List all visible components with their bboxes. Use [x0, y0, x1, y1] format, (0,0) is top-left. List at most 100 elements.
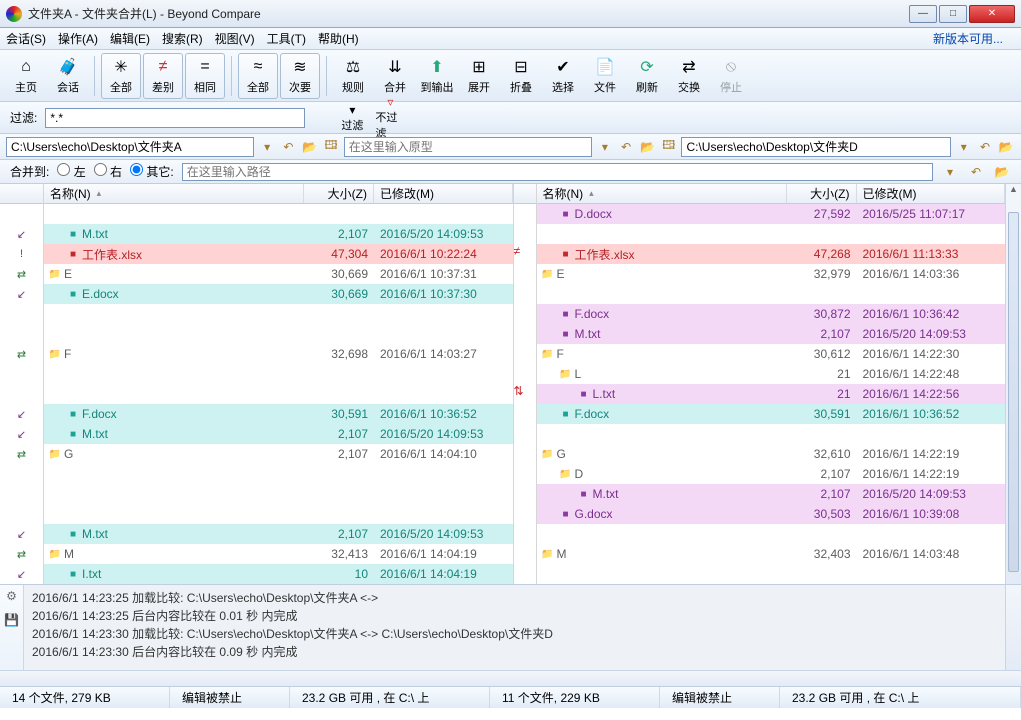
table-row[interactable] [44, 464, 513, 484]
log-scrollbar[interactable] [1005, 585, 1021, 670]
maximize-button[interactable]: □ [939, 5, 967, 23]
save-icon[interactable]: 💾 [4, 613, 19, 627]
col-name[interactable]: 名称(N) [537, 184, 787, 203]
tb-same[interactable]: =相同 [185, 53, 225, 99]
left-path-input[interactable] [6, 137, 254, 157]
folder-open-icon[interactable]: 📂 [639, 138, 656, 156]
folder-open-icon[interactable]: 📂 [998, 138, 1015, 156]
filter-input[interactable] [45, 108, 305, 128]
table-row[interactable] [44, 504, 513, 524]
table-row[interactable] [537, 284, 1006, 304]
menu-tools[interactable]: 工具(T) [267, 30, 306, 47]
dropdown-icon[interactable]: ▾ [258, 138, 275, 156]
gear-icon[interactable]: ⚙ [6, 589, 17, 603]
table-row[interactable]: ■G.docx 30,503 2016/6/1 10:39:08 [537, 504, 1006, 524]
tb-files[interactable]: 📄文件 [585, 53, 625, 99]
table-row[interactable]: ■M.txt 2,107 2016/5/20 14:09:53 [537, 484, 1006, 504]
menu-session[interactable]: 会话(S) [6, 30, 46, 47]
browse-icon[interactable]: 🖽 [660, 138, 677, 156]
scrollbar-thumb[interactable] [1008, 212, 1019, 572]
tb-collapse[interactable]: ⊟折叠 [501, 53, 541, 99]
merge-left-radio[interactable]: 左 [57, 163, 85, 180]
table-row[interactable] [537, 524, 1006, 544]
col-size[interactable]: 大小(Z) [787, 184, 857, 203]
undo-icon[interactable]: ↶ [618, 138, 635, 156]
menu-edit[interactable]: 编辑(E) [110, 30, 150, 47]
table-row[interactable]: 📁M 32,413 2016/6/1 14:04:19 [44, 544, 513, 564]
col-modified[interactable]: 已修改(M) [857, 184, 1006, 203]
tb-all[interactable]: ✳全部 [101, 53, 141, 99]
table-row[interactable]: 📁E 30,669 2016/6/1 10:37:31 [44, 264, 513, 284]
table-row[interactable]: 📁E 32,979 2016/6/1 14:03:36 [537, 264, 1006, 284]
tb-refresh[interactable]: ⟳刷新 [627, 53, 667, 99]
merge-other-radio[interactable]: 其它: [130, 163, 174, 180]
table-row[interactable]: ■I.txt 10 2016/6/1 14:04:19 [44, 564, 513, 584]
table-row[interactable]: 📁D 2,107 2016/6/1 14:22:19 [537, 464, 1006, 484]
table-row[interactable] [44, 384, 513, 404]
col-size[interactable]: 大小(Z) [304, 184, 374, 203]
table-row[interactable] [537, 424, 1006, 444]
table-row[interactable]: 📁G 2,107 2016/6/1 14:04:10 [44, 444, 513, 464]
browse-icon[interactable]: 🖽 [322, 138, 339, 156]
filter-apply-button[interactable]: ▾过滤 [337, 104, 367, 132]
table-row[interactable]: 📁F 32,698 2016/6/1 14:03:27 [44, 344, 513, 364]
menu-action[interactable]: 操作(A) [58, 30, 98, 47]
tb-swap[interactable]: ⇄交换 [669, 53, 709, 99]
tb-select[interactable]: ✔选择 [543, 53, 583, 99]
tb-rules[interactable]: ⚖规则 [333, 53, 373, 99]
tb-minor[interactable]: ≋次要 [280, 53, 320, 99]
folder-open-icon[interactable]: 📂 [993, 163, 1011, 181]
tb-merge[interactable]: ⇊合并 [375, 53, 415, 99]
horizontal-scrollbar[interactable] [0, 670, 1021, 686]
table-row[interactable] [44, 364, 513, 384]
new-version-link[interactable]: 新版本可用... [933, 30, 1003, 47]
table-row[interactable]: 📁G 32,610 2016/6/1 14:22:19 [537, 444, 1006, 464]
tb-home[interactable]: ⌂主页 [6, 53, 46, 99]
table-row[interactable] [537, 564, 1006, 584]
table-row[interactable]: ■F.docx 30,872 2016/6/1 10:36:42 [537, 304, 1006, 324]
dropdown-icon[interactable]: ▾ [955, 138, 972, 156]
table-row[interactable]: ■M.txt 2,107 2016/5/20 14:09:53 [537, 324, 1006, 344]
col-modified[interactable]: 已修改(M) [374, 184, 513, 203]
table-row[interactable]: ■工作表.xlsx 47,304 2016/6/1 10:22:24 [44, 244, 513, 264]
center-path-input[interactable] [344, 137, 592, 157]
undo-icon[interactable]: ↶ [967, 163, 985, 181]
table-row[interactable]: 📁L 21 2016/6/1 14:22:48 [537, 364, 1006, 384]
table-row[interactable] [44, 304, 513, 324]
table-row[interactable]: ■M.txt 2,107 2016/5/20 14:09:53 [44, 424, 513, 444]
dropdown-icon[interactable]: ▾ [941, 163, 959, 181]
table-row[interactable] [44, 484, 513, 504]
table-row[interactable]: ■工作表.xlsx 47,268 2016/6/1 11:13:33 [537, 244, 1006, 264]
table-row[interactable]: ■L.txt 21 2016/6/1 14:22:56 [537, 384, 1006, 404]
table-row[interactable]: ■D.docx 27,592 2016/5/25 11:07:17 [537, 204, 1006, 224]
undo-icon[interactable]: ↶ [976, 138, 993, 156]
col-name[interactable]: 名称(N) [44, 184, 304, 203]
left-rows[interactable]: ■M.txt 2,107 2016/5/20 14:09:53 ■工作表.xls… [44, 204, 513, 584]
filter-clear-button[interactable]: ▿不过滤 [375, 104, 405, 132]
tb-all2[interactable]: ≈全部 [238, 53, 278, 99]
close-button[interactable]: ✕ [969, 5, 1015, 23]
tb-tooutput[interactable]: ⬆到输出 [417, 53, 457, 99]
minimize-button[interactable]: — [909, 5, 937, 23]
table-row[interactable]: 📁M 32,403 2016/6/1 14:03:48 [537, 544, 1006, 564]
tb-expand[interactable]: ⊞展开 [459, 53, 499, 99]
table-row[interactable] [537, 224, 1006, 244]
vertical-scrollbar[interactable]: ▲ [1005, 184, 1021, 584]
table-row[interactable]: 📁F 30,612 2016/6/1 14:22:30 [537, 344, 1006, 364]
menu-help[interactable]: 帮助(H) [318, 30, 359, 47]
table-row[interactable] [44, 204, 513, 224]
menu-view[interactable]: 视图(V) [215, 30, 255, 47]
right-path-input[interactable] [681, 137, 951, 157]
right-rows[interactable]: ■D.docx 27,592 2016/5/25 11:07:17 ■工作表.x… [537, 204, 1006, 584]
table-row[interactable]: ■E.docx 30,669 2016/6/1 10:37:30 [44, 284, 513, 304]
tb-session[interactable]: 🧳会话 [48, 53, 88, 99]
table-row[interactable]: ■M.txt 2,107 2016/5/20 14:09:53 [44, 224, 513, 244]
dropdown-icon[interactable]: ▾ [596, 138, 613, 156]
folder-open-icon[interactable]: 📂 [301, 138, 318, 156]
table-row[interactable]: ■F.docx 30,591 2016/6/1 10:36:52 [537, 404, 1006, 424]
table-row[interactable] [44, 324, 513, 344]
table-row[interactable]: ■F.docx 30,591 2016/6/1 10:36:52 [44, 404, 513, 424]
table-row[interactable]: ■M.txt 2,107 2016/5/20 14:09:53 [44, 524, 513, 544]
merge-path-input[interactable] [182, 163, 933, 181]
menu-search[interactable]: 搜索(R) [162, 30, 203, 47]
